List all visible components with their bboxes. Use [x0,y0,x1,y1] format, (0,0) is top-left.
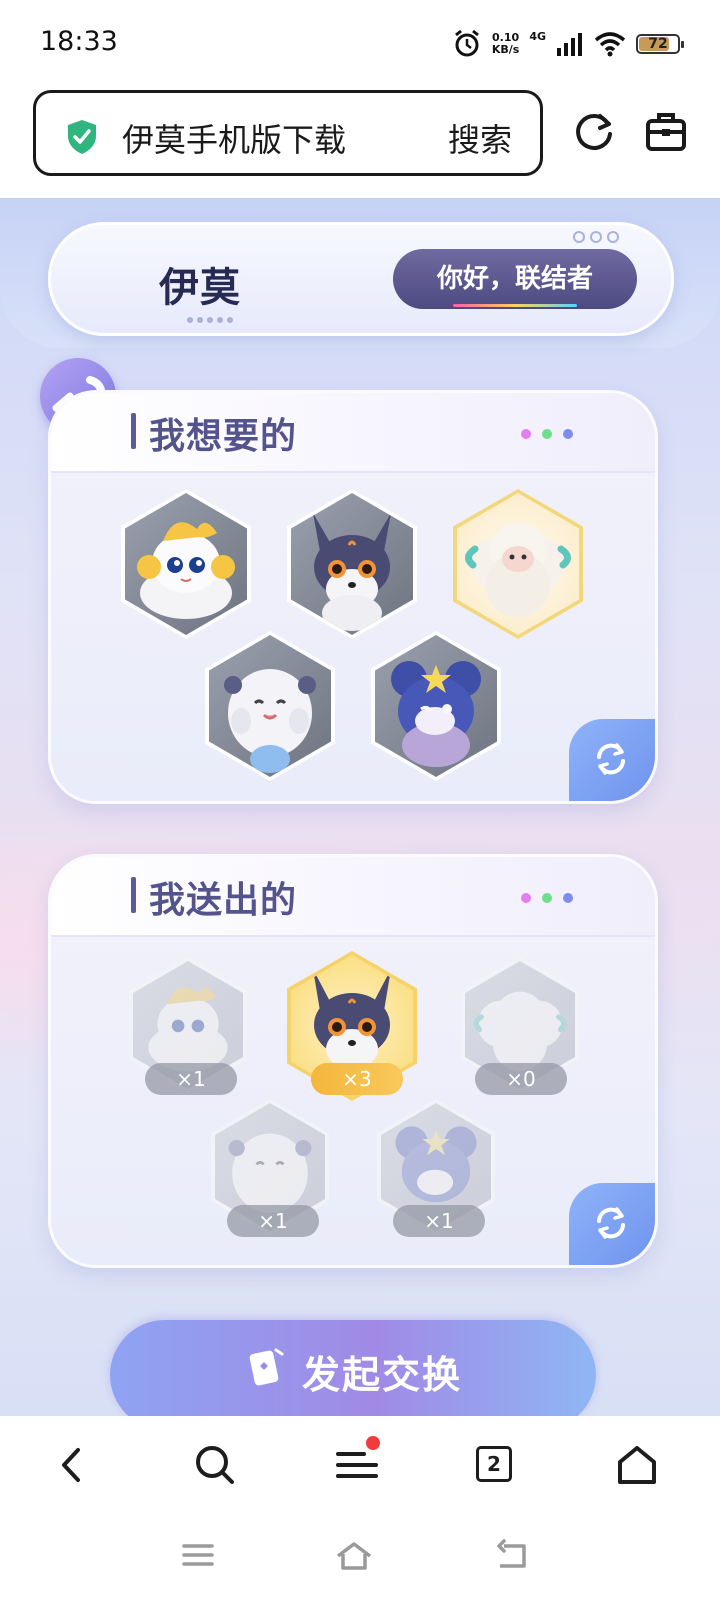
refresh-icon [597,743,625,775]
want-pet-sheep[interactable] [453,489,583,639]
want-refresh-button[interactable] [569,719,655,801]
want-pet-blue-mouse[interactable] [371,631,501,781]
browser-bottom-nav: 2 [0,1416,720,1516]
want-pet-fox-cat-gold[interactable] [121,489,251,639]
menu-button[interactable] [332,1436,382,1490]
search-button[interactable]: 搜索 [448,115,512,161]
give-count-1: ×1 [145,1063,237,1095]
recents-icon[interactable] [178,1538,218,1572]
alarm-icon [454,29,479,57]
header-deco-icons [573,231,619,243]
system-back-icon[interactable] [492,1538,532,1572]
hex-bg [375,635,497,777]
back-icon[interactable] [48,1440,98,1490]
address-bar[interactable]: 伊莫手机版下载 搜索 [33,90,543,176]
battery-cap [681,41,684,48]
network-type: 4G [529,29,546,43]
title-bar-accent [131,877,136,913]
site-logo[interactable]: 伊莫 [159,255,241,313]
want-panel-header: 我想要的 [51,393,655,473]
web-page: 伊莫 你好，联结者 我想要的 我送出的 ×1 ×3 ×0 ×1 ×1 发起交换 [0,198,720,1416]
give-count-3: ×3 [311,1063,403,1095]
pet-white-seal-icon [224,669,316,773]
search-icon[interactable] [190,1440,240,1490]
give-panel: 我送出的 ×1 ×3 ×0 ×1 ×1 [48,854,658,1268]
want-panel-title: 我想要的 [149,416,298,457]
system-nav-bar [0,1516,720,1600]
give-count-1c: ×1 [393,1205,485,1237]
give-panel-title: 我送出的 [149,880,298,921]
status-time: 18:33 [40,26,118,57]
address-text[interactable]: 伊莫手机版下载 [122,115,346,161]
battery-icon: 72 [636,34,684,54]
site-header: 伊莫 你好，联结者 [48,222,674,336]
start-exchange-button[interactable]: 发起交换 [110,1320,596,1416]
give-count-1b: ×1 [227,1205,319,1237]
shield-check-icon [68,120,96,154]
notification-dot [366,1436,380,1450]
logo-dots [187,317,233,323]
pet-sheep-icon [465,523,571,617]
pet-blue-mouse-icon [391,661,481,767]
panel-dots [521,893,573,903]
greeting-badge[interactable]: 你好，联结者 [393,249,637,309]
start-exchange-label: 发起交换 [302,1353,463,1397]
give-panel-header: 我送出的 [51,857,655,937]
hex-bg [209,635,331,777]
signal-icon [557,33,582,56]
panel-dots [521,429,573,439]
cards-icon [249,1348,284,1386]
home-icon[interactable] [612,1440,662,1490]
system-home-icon[interactable] [334,1538,374,1572]
hex-bg [291,493,413,635]
refresh-icon [597,1207,625,1239]
status-bar: 18:33 0.10 KB/s 4G 72 [0,0,720,88]
browser-toolbar: 伊莫手机版下载 搜索 [0,88,720,198]
give-count-0: ×0 [475,1063,567,1095]
tabs-button[interactable]: 2 [476,1446,526,1496]
pet-fox-cat-gold-icon [137,522,235,619]
want-pet-black-fox[interactable] [287,489,417,639]
wifi-icon [594,32,626,57]
refresh-icon[interactable] [572,110,616,154]
title-bar-accent [131,413,136,449]
hex-bg [125,493,247,635]
net-speed-unit: KB/s [491,43,520,56]
hex-bg [457,493,579,635]
pet-black-fox-icon [313,513,391,631]
tab-count: 2 [476,1446,512,1482]
battery-level: 72 [648,36,668,52]
status-icons: 0.10 KB/s 4G 72 [452,26,684,62]
want-panel: 我想要的 [48,390,658,804]
toolbox-icon[interactable] [645,110,687,152]
net-speed: 0.10 KB/s [492,32,519,56]
give-refresh-button[interactable] [569,1183,655,1265]
want-pet-white-seal[interactable] [205,631,335,781]
